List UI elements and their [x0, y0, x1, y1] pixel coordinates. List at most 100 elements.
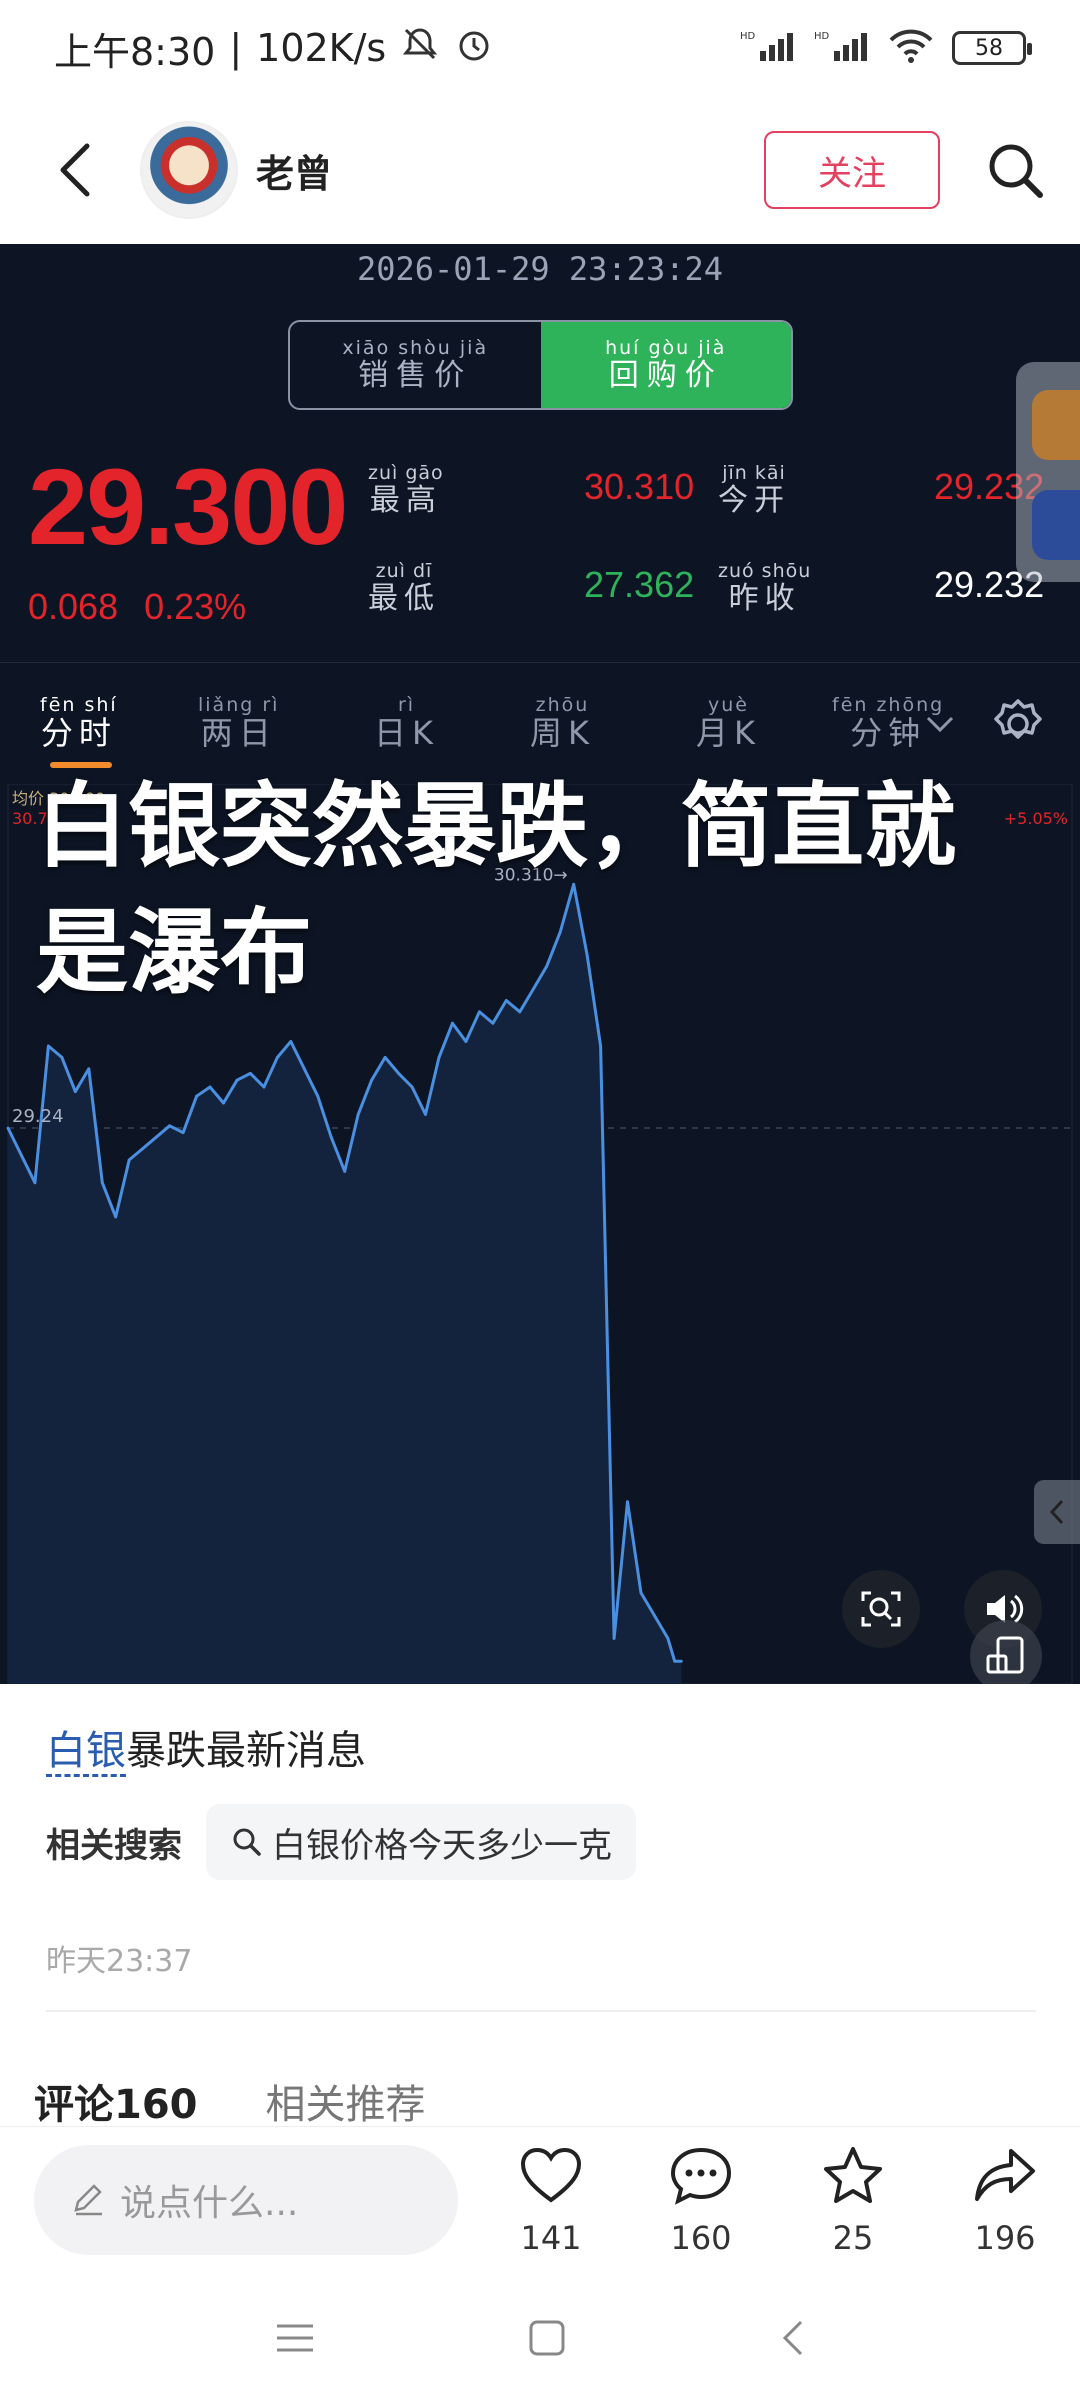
price-point: [343, 1169, 347, 1173]
related-search-chip[interactable]: 白银价格今天多少一克: [206, 1804, 636, 1880]
tab-week-k: zhōu 周K: [530, 694, 595, 752]
star-icon: [824, 2147, 882, 2203]
favorite-button[interactable]: 25: [798, 2141, 908, 2257]
price-point: [316, 1094, 320, 1098]
keyword-link[interactable]: 白银: [46, 1728, 126, 1777]
scan-search-icon: [861, 1591, 901, 1627]
price-point: [127, 1158, 131, 1162]
post-image[interactable]: 2026-01-29 23:23:24 xiāo shòu jià 销售价 hu…: [0, 244, 1080, 1684]
current-price: 29.300: [28, 446, 348, 567]
svg-text:HD: HD: [814, 31, 830, 42]
price-point: [208, 1085, 212, 1089]
network-speed: 102K/s: [256, 26, 387, 70]
related-search-label: 相关搜索: [46, 1825, 182, 1866]
price-point: [222, 1101, 225, 1105]
price-point: [626, 1500, 629, 1504]
wifi-icon: [888, 28, 934, 68]
price-point: [181, 1131, 185, 1135]
price-point: [599, 1044, 603, 1048]
heart-icon: [520, 2147, 582, 2203]
change-abs: 0.068: [28, 586, 119, 627]
related-keyword-line: 白银暴跌最新消息: [46, 1718, 366, 1777]
back-button[interactable]: [40, 135, 110, 205]
open-label: jīn kāi 今开: [718, 462, 790, 518]
side-shortcut: [1016, 362, 1080, 582]
tab-two-day: liǎng rì 两日: [198, 694, 280, 752]
change-pct: 0.23%: [144, 586, 247, 627]
price-point: [87, 1067, 91, 1071]
price-change: 0.068 0.23%: [28, 586, 272, 628]
search-button[interactable]: [980, 135, 1050, 205]
follow-button[interactable]: 关注: [764, 131, 940, 209]
price-point: [424, 1112, 427, 1116]
price-point: [451, 1021, 454, 1025]
system-nav-bar: [0, 2276, 1080, 2400]
svg-text:HD: HD: [740, 31, 756, 42]
tab-month-k: yuè 月K: [696, 694, 761, 752]
price-point: [370, 1078, 374, 1082]
price-point: [302, 1067, 306, 1071]
status-bar: 上午8:30 | 102K/s HD HD 58: [0, 0, 1080, 96]
back-arrow-icon: [60, 143, 90, 197]
high-value: 30.310: [584, 466, 695, 507]
prev-close-label: zuó shōu 昨收: [718, 560, 812, 616]
keyword-headline: 暴跌最新消息: [126, 1728, 366, 1774]
price-point: [33, 1181, 37, 1185]
price-point: [680, 1659, 683, 1663]
tab-intraday: fēn shí 分时: [40, 694, 118, 752]
gear-icon: [994, 699, 1042, 739]
price-point: [329, 1135, 333, 1139]
price-point: [464, 1040, 468, 1043]
price-point: [73, 1090, 77, 1093]
author-avatar[interactable]: [140, 121, 238, 219]
image-search-button[interactable]: [842, 1570, 920, 1648]
price-point: [437, 1056, 441, 1059]
pencil-icon: [74, 2184, 102, 2216]
price-point: [673, 1659, 677, 1663]
price-point: [639, 1591, 643, 1595]
price-point: [612, 1637, 616, 1640]
alarm-icon: [454, 24, 494, 73]
price-point: [410, 1085, 414, 1089]
price-point: [6, 1126, 10, 1130]
price-point: [397, 1071, 400, 1075]
price-point: [195, 1094, 198, 1098]
content-tabs: 评论160 相关推荐: [34, 2072, 426, 2130]
status-time: 上午8:30: [54, 29, 216, 74]
tab-comments[interactable]: 评论160: [34, 2072, 198, 2130]
sell-price-tab: xiāo shòu jià 销售价: [342, 337, 489, 393]
overlay-title: 白银突然暴跌，简直就是瀑布: [36, 773, 957, 1006]
back-nav-icon[interactable]: [777, 2316, 807, 2360]
price-type-toggle: xiāo shòu jià 销售价 huí gòu jià 回购价: [288, 320, 793, 410]
share-icon: [975, 2149, 1035, 2201]
like-button[interactable]: 141: [496, 2141, 606, 2257]
low-label: zuì dī 最低: [368, 560, 440, 616]
price-point: [100, 1181, 104, 1185]
comment-icon: [670, 2147, 732, 2205]
price-point: [249, 1071, 252, 1075]
related-search-row: 相关搜索 白银价格今天多少一克: [46, 1804, 636, 1880]
price-point: [666, 1637, 670, 1640]
publish-time: 昨天23:37: [46, 1944, 193, 1979]
tab-recommend[interactable]: 相关推荐: [266, 2072, 426, 2130]
search-icon: [233, 1828, 261, 1856]
pip-button[interactable]: [970, 1620, 1042, 1684]
price-point: [154, 1135, 158, 1139]
collapse-tab: [1034, 1480, 1080, 1544]
price-point: [356, 1112, 360, 1116]
signal-icon: HD: [740, 29, 796, 67]
menu-icon[interactable]: [273, 2318, 317, 2358]
price-point: [262, 1085, 266, 1089]
quote-timestamp: 2026-01-29 23:23:24: [356, 250, 724, 288]
app-header: 老曾 关注: [0, 96, 1080, 244]
comment-input[interactable]: 说点什么...: [34, 2145, 458, 2255]
price-point: [383, 1056, 387, 1059]
home-icon[interactable]: [527, 2318, 567, 2358]
price-point: [47, 1044, 50, 1048]
price-point: [60, 1056, 64, 1059]
price-point: [491, 1021, 495, 1025]
comment-button[interactable]: 160: [646, 2141, 756, 2257]
share-button[interactable]: 196: [950, 2141, 1060, 2257]
author-name[interactable]: 老曾: [256, 143, 764, 198]
price-point: [275, 1056, 279, 1059]
